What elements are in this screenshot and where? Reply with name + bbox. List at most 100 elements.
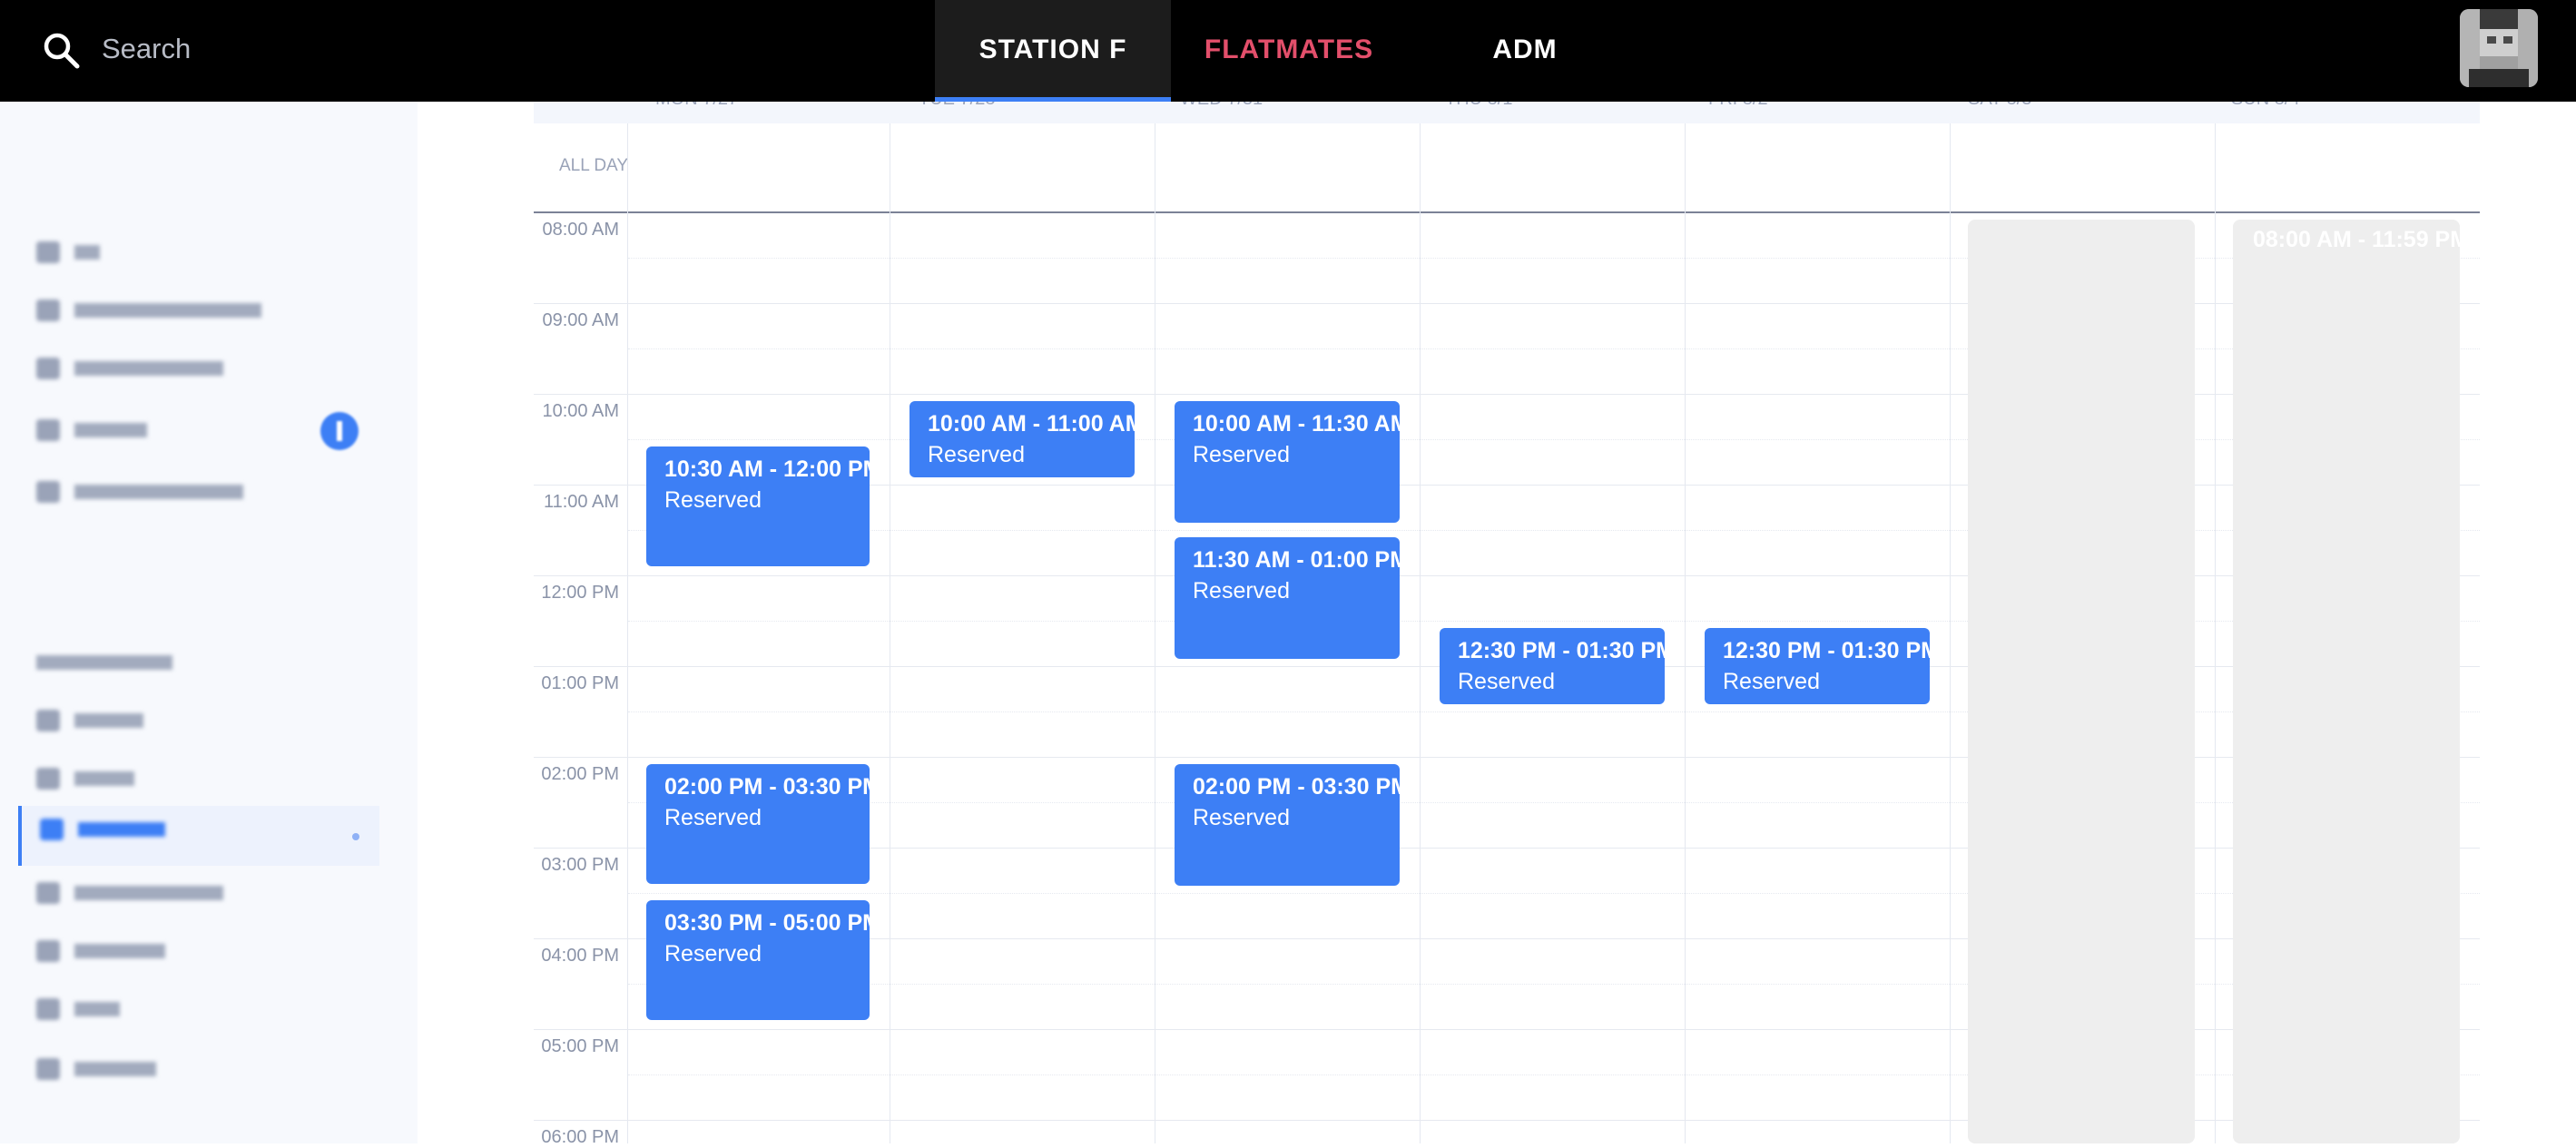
time-label: 03:00 PM: [541, 855, 619, 875]
half-hour-line: [628, 621, 2480, 622]
sidebar-item-active[interactable]: [18, 806, 379, 866]
sidebar-item-label: [74, 245, 100, 260]
sidebar-item[interactable]: [36, 702, 381, 739]
column-divider: [1950, 123, 1951, 1143]
half-hour-line: [628, 711, 2480, 712]
day-header-mon: MON 7/27: [655, 102, 738, 110]
event-time: 10:00 AM - 11:30 AM: [1193, 411, 1400, 437]
sidebar-item-icon: [36, 998, 60, 1020]
event-time: 10:00 AM - 11:00 AM: [928, 411, 1135, 437]
time-label: 12:00 PM: [541, 583, 619, 603]
event-block[interactable]: 10:00 AM - 11:00 AM Reserved: [909, 401, 1135, 477]
event-block[interactable]: 02:00 PM - 03:30 PM Reserved: [646, 764, 870, 884]
tab-flatmates-label: FLATMATES: [1204, 34, 1374, 64]
event-block[interactable]: 02:00 PM - 03:30 PM Reserved: [1175, 764, 1400, 886]
sidebar-item[interactable]: [36, 644, 381, 681]
event-status: Reserved: [664, 941, 762, 966]
sidebar-item-label: [74, 485, 243, 499]
event-status: Reserved: [1193, 442, 1290, 467]
time-label: 01:00 PM: [541, 673, 619, 693]
all-day-separator: [534, 211, 2480, 213]
half-hour-line: [628, 893, 2480, 894]
sidebar-item[interactable]: [36, 760, 381, 797]
event-block[interactable]: 03:30 PM - 05:00 PM Reserved: [646, 900, 870, 1020]
tab-station-f[interactable]: STATION F: [935, 0, 1171, 102]
day-header-row: MON 7/27 TUE 7/28 WED 7/31 THU 8/1 FRI 8…: [534, 102, 2480, 123]
sidebar-item[interactable]: [36, 1051, 381, 1087]
unavailable-block-sun: 08:00 AM - 11:59 PM: [2233, 220, 2460, 1143]
search-input[interactable]: Search: [102, 27, 191, 71]
avatar-pixelated-image: [2460, 9, 2538, 87]
unavailable-block-time: 08:00 AM - 11:59 PM: [2253, 227, 2460, 252]
time-label: 09:00 AM: [542, 310, 619, 330]
event-status: Reserved: [1193, 578, 1290, 603]
event-block[interactable]: 10:30 AM - 12:00 PM Reserved: [646, 446, 870, 566]
event-time: 12:30 PM - 01:30 PM: [1723, 638, 1930, 663]
sidebar-item-label: [74, 1062, 156, 1076]
sidebar-item-dot: [352, 833, 359, 840]
sidebar-item-label: [74, 1002, 120, 1016]
half-hour-line: [628, 530, 2480, 531]
sidebar-item-icon: [40, 819, 64, 840]
sidebar-item-label: [74, 303, 261, 318]
sidebar-item[interactable]: [36, 875, 381, 911]
sidebar-item-icon: [36, 358, 60, 379]
event-status: Reserved: [1723, 669, 1820, 694]
sidebar-item-icon: [36, 481, 60, 503]
half-hour-line: [628, 802, 2480, 803]
event-block[interactable]: 10:00 AM - 11:30 AM Reserved: [1175, 401, 1400, 523]
sidebar-item-label: [78, 822, 165, 837]
half-hour-line: [628, 1074, 2480, 1075]
sidebar-item[interactable]: [36, 991, 381, 1027]
sidebar-item-label: [74, 886, 223, 900]
sidebar-item[interactable]: [36, 474, 381, 510]
sidebar-item-icon: [36, 299, 60, 321]
all-day-label: ALL DAY: [558, 156, 628, 175]
time-label: 08:00 AM: [542, 220, 619, 240]
search-icon[interactable]: [40, 29, 84, 73]
avatar[interactable]: [2460, 9, 2538, 87]
sidebar-item-label: [74, 771, 134, 786]
event-time: 02:00 PM - 03:30 PM: [664, 774, 870, 800]
event-status: Reserved: [928, 442, 1025, 467]
tab-flatmates[interactable]: FLATMATES: [1171, 0, 1407, 102]
unavailable-block-sat: [1968, 220, 2195, 1143]
sidebar-item-label: [74, 944, 165, 958]
event-time: 02:00 PM - 03:30 PM: [1193, 774, 1400, 800]
half-hour-line: [628, 439, 2480, 440]
tab-adm-label: ADM: [1492, 34, 1558, 64]
column-divider: [2215, 123, 2216, 1143]
time-label: 10:00 AM: [542, 401, 619, 421]
sidebar-item-icon: [36, 1058, 60, 1080]
sidebar-item[interactable]: [36, 234, 381, 270]
sidebar-item-label: [74, 713, 143, 728]
event-time: 10:30 AM - 12:00 PM: [664, 456, 870, 482]
sidebar-item[interactable]: [36, 292, 381, 329]
sidebar-item[interactable]: [36, 933, 381, 969]
sidebar-item-label: [74, 361, 223, 376]
day-header-sat: SAT 8/3: [1968, 102, 2031, 110]
column-divider: [1685, 123, 1686, 1143]
day-header-fri: FRI 8/2: [1708, 102, 1768, 110]
event-time: 11:30 AM - 01:00 PM: [1193, 547, 1400, 573]
event-time: 03:30 PM - 05:00 PM: [664, 910, 870, 936]
tab-adm[interactable]: ADM: [1407, 0, 1643, 102]
sidebar-item-label: [36, 655, 172, 670]
sidebar-item-icon: [36, 710, 60, 731]
event-block[interactable]: 12:30 PM - 01:30 PM Reserved: [1705, 628, 1930, 704]
sidebar-item-icon: [36, 882, 60, 904]
half-hour-line: [628, 258, 2480, 259]
sidebar-item[interactable]: [36, 350, 381, 387]
top-navigation-bar: Search STATION F FLATMATES ADM: [0, 0, 2576, 102]
time-label: 04:00 PM: [541, 946, 619, 966]
event-block[interactable]: 12:30 PM - 01:30 PM Reserved: [1440, 628, 1665, 704]
sidebar-item-icon: [36, 768, 60, 790]
sidebar-item-icon: [36, 419, 60, 441]
time-label: 02:00 PM: [541, 764, 619, 784]
half-hour-line: [628, 984, 2480, 985]
notification-badge: [320, 412, 359, 450]
event-block[interactable]: 11:30 AM - 01:00 PM Reserved: [1175, 537, 1400, 659]
tab-station-f-label: STATION F: [978, 34, 1127, 64]
sidebar-item-icon: [36, 241, 60, 263]
column-divider: [1420, 123, 1421, 1143]
